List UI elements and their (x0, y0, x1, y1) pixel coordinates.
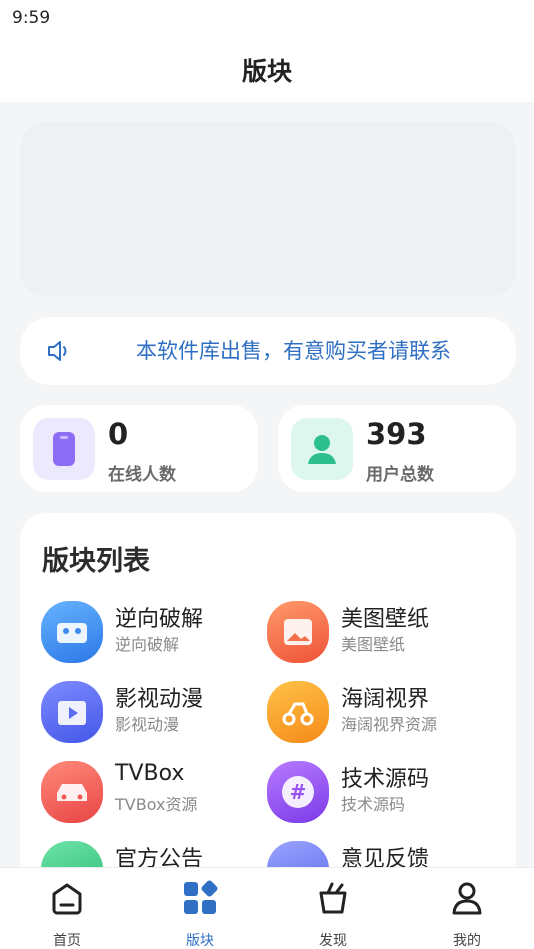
board-item-subtitle: 逆向破解 (115, 635, 180, 654)
home-icon (52, 883, 82, 915)
user-icon (452, 882, 482, 915)
board-item-title: 海阔视界 (341, 687, 430, 712)
tab-label: 首页 (53, 933, 81, 949)
page-title: 版块 (241, 57, 292, 86)
tab-boards[interactable]: 版块 (160, 878, 240, 949)
board-list-title: 版块列表 (42, 546, 150, 577)
tab-discover[interactable]: 发现 (293, 878, 373, 949)
top-bar: 版块 (0, 40, 534, 102)
board-item-title: 影视动漫 (115, 687, 204, 712)
banner-placeholder[interactable] (20, 122, 516, 296)
board-item-title: 技术源码 (341, 767, 430, 792)
board-item-reverse[interactable]: 逆向破解 逆向破解 (41, 601, 261, 667)
tab-label: 我的 (453, 933, 481, 949)
status-time: 9:59 (12, 8, 51, 28)
svg-text:#: # (290, 780, 307, 804)
board-item-movies[interactable]: 影视动漫 影视动漫 (41, 681, 261, 747)
tab-label: 版块 (186, 933, 214, 949)
user-badge (291, 418, 353, 480)
board-item-subtitle: TVBox资源 (115, 795, 198, 814)
hashtag-icon: # (267, 761, 329, 823)
video-clapper-icon (41, 681, 103, 743)
online-label: 在线人数 (108, 465, 176, 485)
board-item-subtitle: 海阔视界资源 (341, 715, 438, 734)
board-item-source-code[interactable]: # 技术源码 技术源码 (267, 761, 487, 827)
user-icon (308, 435, 336, 464)
tab-label: 发现 (319, 933, 347, 949)
board-item-subtitle: 美图壁纸 (341, 635, 406, 654)
tab-mine[interactable]: 我的 (427, 878, 507, 949)
notice-text: 本软件库出售，有意购买者请联系 (136, 339, 451, 363)
status-bar: 9:59 (0, 0, 534, 40)
bottom-tab-bar: 首页 版块 发现 我的 (0, 867, 534, 949)
board-item-tvbox[interactable]: TVBox TVBox资源 (41, 761, 261, 827)
car-icon (41, 761, 103, 823)
board-item-wallpaper[interactable]: 美图壁纸 美图壁纸 (267, 601, 487, 667)
board-item-title: 逆向破解 (115, 607, 204, 632)
phone-badge (33, 418, 95, 480)
board-item-title: TVBox (115, 761, 185, 786)
notice-bar[interactable]: 本软件库出售，有意购买者请联系 (20, 317, 516, 385)
user-total-label: 用户总数 (366, 465, 434, 485)
board-item-title: 美图壁纸 (341, 607, 430, 632)
board-item-subtitle: 技术源码 (341, 795, 406, 814)
board-item-haikuo[interactable]: 海阔视界 海阔视界资源 (267, 681, 487, 747)
board-item-subtitle: 影视动漫 (115, 715, 180, 734)
shopping-bag-icon (319, 882, 347, 914)
scooter-icon (267, 681, 329, 743)
speaker-icon (48, 341, 67, 361)
online-count-card: 0 在线人数 (20, 405, 258, 492)
grid-icon (184, 880, 218, 914)
online-count: 0 (108, 417, 129, 451)
picture-icon (267, 601, 329, 663)
user-total: 393 (366, 417, 427, 451)
tab-home[interactable]: 首页 (27, 878, 107, 949)
car-front-icon (41, 601, 103, 663)
phone-icon (53, 432, 75, 466)
user-total-card: 393 用户总数 (278, 405, 516, 492)
